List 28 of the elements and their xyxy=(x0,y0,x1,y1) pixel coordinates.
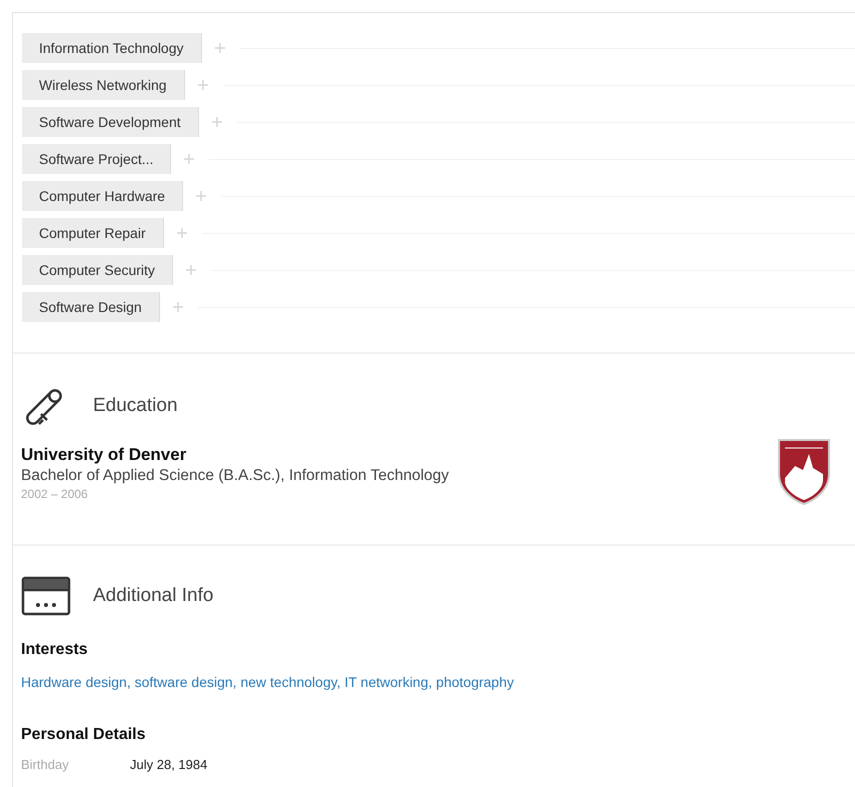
skill-tag[interactable]: Software Design xyxy=(22,292,160,322)
archive-box-icon xyxy=(21,576,71,616)
interests-title: Interests xyxy=(21,640,89,660)
skill-tag[interactable]: Information Technology xyxy=(22,33,202,63)
personal-details-title: Personal Details xyxy=(21,725,146,745)
detail-value: July 28, 1984 xyxy=(130,756,208,774)
degree-text: Bachelor of Applied Science (B.A.Sc.), Information Technology xyxy=(21,466,449,486)
skill-tag[interactable]: Software Project... xyxy=(22,144,172,174)
section-heading: Education xyxy=(93,394,178,418)
skill-tag[interactable]: Wireless Networking xyxy=(22,70,185,100)
plus-icon[interactable] xyxy=(214,42,226,54)
skill-tag[interactable]: Computer Repair xyxy=(22,218,164,248)
detail-label: Birthday xyxy=(21,756,70,774)
interests-text: Hardware design, software design, new technology, IT networking, photography xyxy=(21,673,515,692)
plus-icon[interactable] xyxy=(195,190,208,202)
plus-icon[interactable] xyxy=(196,79,209,91)
skill-tag[interactable]: Software Development xyxy=(22,107,199,137)
school-logo xyxy=(777,438,831,506)
section-heading: Additional Info xyxy=(93,584,214,608)
plus-icon[interactable] xyxy=(183,153,196,165)
plus-icon[interactable] xyxy=(184,264,197,276)
plus-icon[interactable] xyxy=(176,227,188,239)
skill-tag[interactable]: Computer Security xyxy=(22,255,173,285)
plus-icon[interactable] xyxy=(172,301,184,313)
skill-tag[interactable]: Computer Hardware xyxy=(22,181,184,211)
plus-icon[interactable] xyxy=(210,116,223,128)
years-text: 2002 – 2006 xyxy=(21,486,89,502)
school-name: University of Denver xyxy=(21,444,188,466)
